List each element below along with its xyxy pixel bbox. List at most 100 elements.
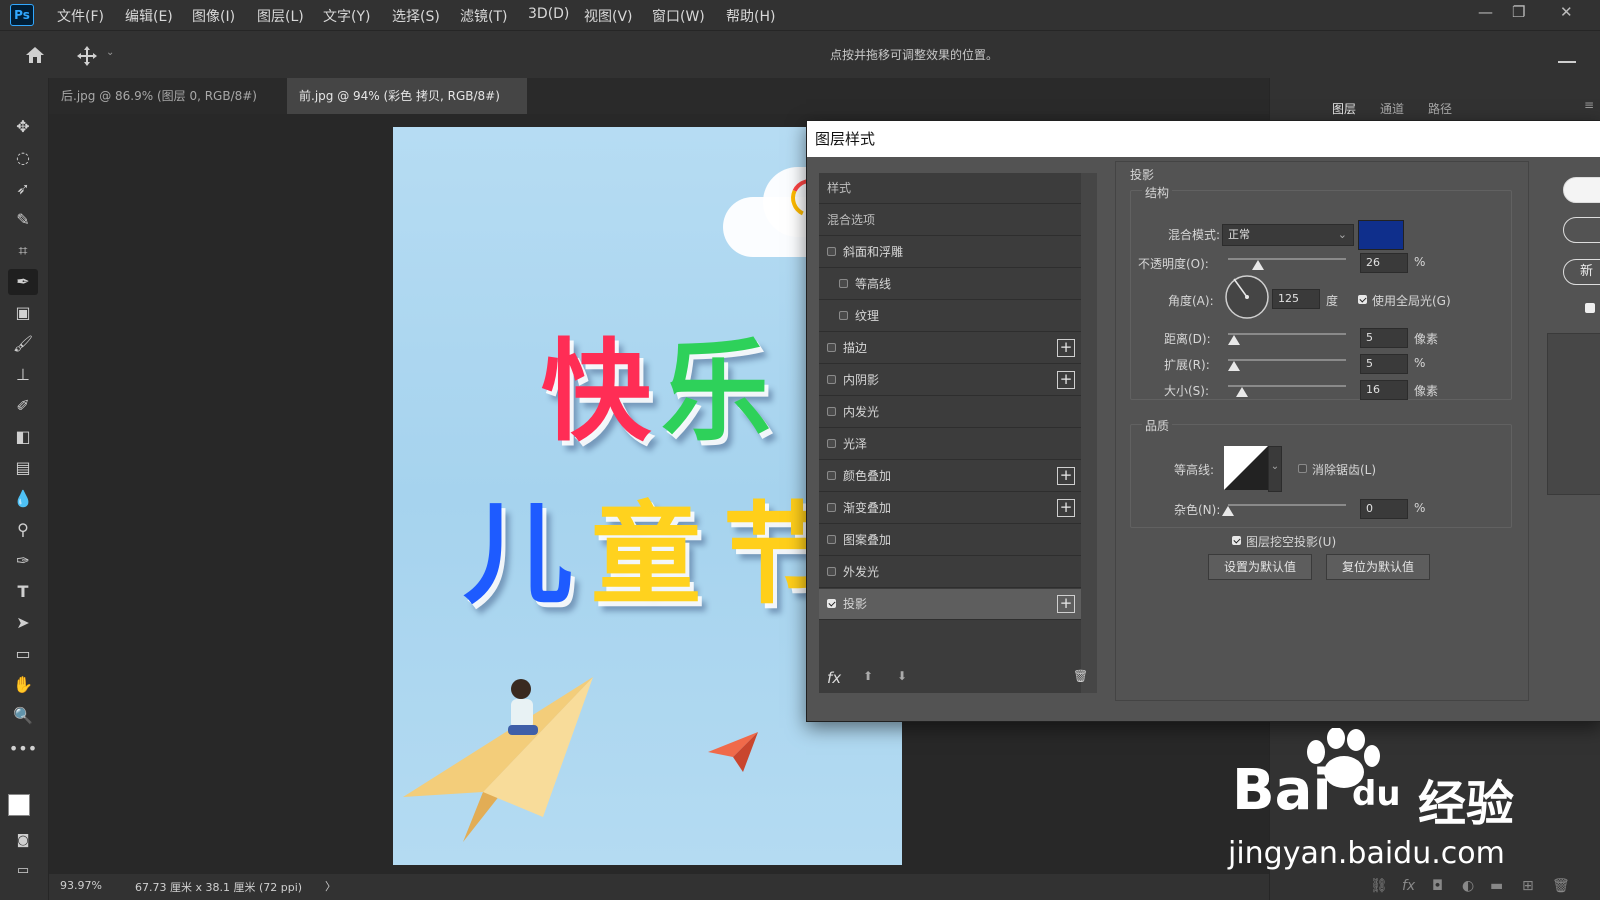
style-item[interactable]: 斜面和浮雕 <box>819 237 1081 268</box>
style-item[interactable]: 颜色叠加 + <box>819 461 1081 492</box>
add-effect-icon[interactable]: + <box>1057 371 1075 389</box>
dodge-tool-icon[interactable]: ⚲ <box>8 517 38 543</box>
quick-mask-icon[interactable]: ◙ <box>8 828 38 854</box>
more-tools-icon[interactable]: ••• <box>8 736 38 762</box>
style-checkbox[interactable] <box>827 407 836 416</box>
opacity-slider-thumb[interactable] <box>1252 260 1264 270</box>
add-effect-icon[interactable]: + <box>1057 339 1075 357</box>
tab-document-1[interactable]: 后.jpg @ 86.9% (图层 0, RGB/8#) *× <box>49 78 287 139</box>
menu-3d[interactable]: 3D(D) <box>528 6 569 22</box>
gradient-tool-icon[interactable]: ▤ <box>8 455 38 481</box>
home-icon[interactable] <box>24 45 46 65</box>
noise-slider-thumb[interactable] <box>1222 506 1234 516</box>
size-input[interactable]: 16 <box>1360 380 1408 400</box>
blend-mode-select[interactable]: 正常 ⌄ <box>1222 224 1354 246</box>
menu-filter[interactable]: 滤镜(T) <box>460 6 507 26</box>
menu-image[interactable]: 图像(I) <box>192 6 235 26</box>
blending-options-item[interactable]: 混合选项 <box>819 205 1081 236</box>
ok-button[interactable] <box>1563 177 1600 203</box>
fx-icon[interactable]: fx <box>827 669 841 687</box>
style-checkbox[interactable] <box>839 311 848 320</box>
styles-header[interactable]: 样式 <box>819 173 1081 204</box>
menu-view[interactable]: 视图(V) <box>584 6 633 26</box>
fx-icon[interactable]: fx <box>1402 878 1415 894</box>
new-layer-icon[interactable]: ⊞ <box>1522 878 1534 894</box>
angle-dial[interactable] <box>1224 274 1270 320</box>
rectangle-tool-icon[interactable]: ▭ <box>8 641 38 667</box>
opacity-slider[interactable] <box>1228 258 1346 260</box>
style-checkbox[interactable] <box>827 535 836 544</box>
menu-edit[interactable]: 编辑(E) <box>125 6 173 26</box>
quick-select-tool-icon[interactable]: ✎ <box>8 207 38 233</box>
eraser-tool-icon[interactable]: ◧ <box>8 424 38 450</box>
move-tool-icon[interactable] <box>76 45 98 67</box>
foreground-color-swatch[interactable] <box>8 794 30 816</box>
status-menu-arrow[interactable]: 〉 <box>325 878 336 894</box>
opacity-input[interactable]: 26 <box>1360 253 1408 273</box>
style-item[interactable]: 外发光 <box>819 557 1081 588</box>
trash-icon[interactable]: 🗑 <box>1552 878 1570 894</box>
type-tool-icon[interactable]: T <box>8 579 38 605</box>
style-item[interactable]: 投影 + <box>819 589 1081 620</box>
angle-input[interactable]: 125 <box>1272 289 1320 309</box>
tab-layers[interactable]: 图层 <box>1332 100 1356 117</box>
cancel-button[interactable] <box>1563 217 1600 243</box>
adjustment-icon[interactable]: ◐ <box>1462 878 1474 894</box>
style-item[interactable]: 图案叠加 <box>819 525 1081 556</box>
menu-file[interactable]: 文件(F) <box>57 6 104 26</box>
minimize-icon[interactable]: — <box>1478 3 1493 21</box>
new-style-button[interactable]: 新 <box>1563 259 1600 285</box>
style-checkbox[interactable] <box>827 503 836 512</box>
style-checkbox[interactable] <box>827 599 836 608</box>
add-effect-icon[interactable]: + <box>1057 595 1075 613</box>
add-effect-icon[interactable]: + <box>1057 467 1075 485</box>
move-up-icon[interactable]: ⬆ <box>863 669 873 683</box>
contour-preview[interactable] <box>1224 446 1268 490</box>
hand-tool-icon[interactable]: ✋ <box>8 672 38 698</box>
move-tool-icon[interactable]: ✥ <box>8 114 38 140</box>
chevron-down-icon[interactable]: ⌄ <box>1268 446 1282 492</box>
zoom-tool-icon[interactable]: 🔍 <box>8 703 38 729</box>
stamp-tool-icon[interactable]: ⊥ <box>8 362 38 388</box>
screen-mode-icon[interactable]: ▭ <box>8 858 38 884</box>
mask-icon[interactable]: ◘ <box>1432 878 1443 894</box>
style-checkbox[interactable] <box>827 471 836 480</box>
eyedropper-tool-icon[interactable]: ✒ <box>8 269 38 295</box>
style-item[interactable]: 内发光 <box>819 397 1081 428</box>
knockout-checkbox[interactable] <box>1232 536 1241 545</box>
style-checkbox[interactable] <box>839 279 848 288</box>
spread-slider[interactable] <box>1228 359 1346 361</box>
reset-default-button[interactable]: 复位为默认值 <box>1326 554 1430 580</box>
menu-select[interactable]: 选择(S) <box>392 6 440 26</box>
distance-slider[interactable] <box>1228 333 1346 335</box>
marquee-tool-icon[interactable]: ◌ <box>8 145 38 171</box>
spread-slider-thumb[interactable] <box>1228 361 1240 371</box>
pen-tool-icon[interactable]: ✑ <box>8 548 38 574</box>
menu-type[interactable]: 文字(Y) <box>323 6 370 26</box>
distance-slider-thumb[interactable] <box>1228 335 1240 345</box>
global-light-checkbox[interactable] <box>1358 295 1367 304</box>
distance-input[interactable]: 5 <box>1360 328 1408 348</box>
tab-paths[interactable]: 路径 <box>1428 100 1452 117</box>
styles-list-scrollbar[interactable] <box>1081 173 1097 693</box>
spread-input[interactable]: 5 <box>1360 354 1408 374</box>
panel-menu-icon[interactable]: ≡ <box>1584 98 1594 112</box>
noise-input[interactable]: 0 <box>1360 499 1408 519</box>
menu-layer[interactable]: 图层(L) <box>257 6 304 26</box>
antialias-checkbox[interactable] <box>1298 464 1307 473</box>
healing-brush-tool-icon[interactable]: ▣ <box>8 300 38 326</box>
menu-window[interactable]: 窗口(W) <box>652 6 705 26</box>
move-down-icon[interactable]: ⬇ <box>897 669 907 683</box>
blur-tool-icon[interactable]: 💧 <box>8 486 38 512</box>
workspace-icon[interactable] <box>1558 43 1576 63</box>
tab-channels[interactable]: 通道 <box>1380 100 1404 117</box>
style-item[interactable]: 渐变叠加 + <box>819 493 1081 524</box>
make-default-button[interactable]: 设置为默认值 <box>1208 554 1312 580</box>
brush-tool-icon[interactable]: 🖌 <box>8 331 38 357</box>
style-checkbox[interactable] <box>827 567 836 576</box>
close-window-icon[interactable]: ✕ <box>1560 3 1573 21</box>
style-item[interactable]: 光泽 <box>819 429 1081 460</box>
restore-icon[interactable]: ❐ <box>1512 3 1525 21</box>
style-item[interactable]: 内阴影 + <box>819 365 1081 396</box>
style-checkbox[interactable] <box>827 375 836 384</box>
